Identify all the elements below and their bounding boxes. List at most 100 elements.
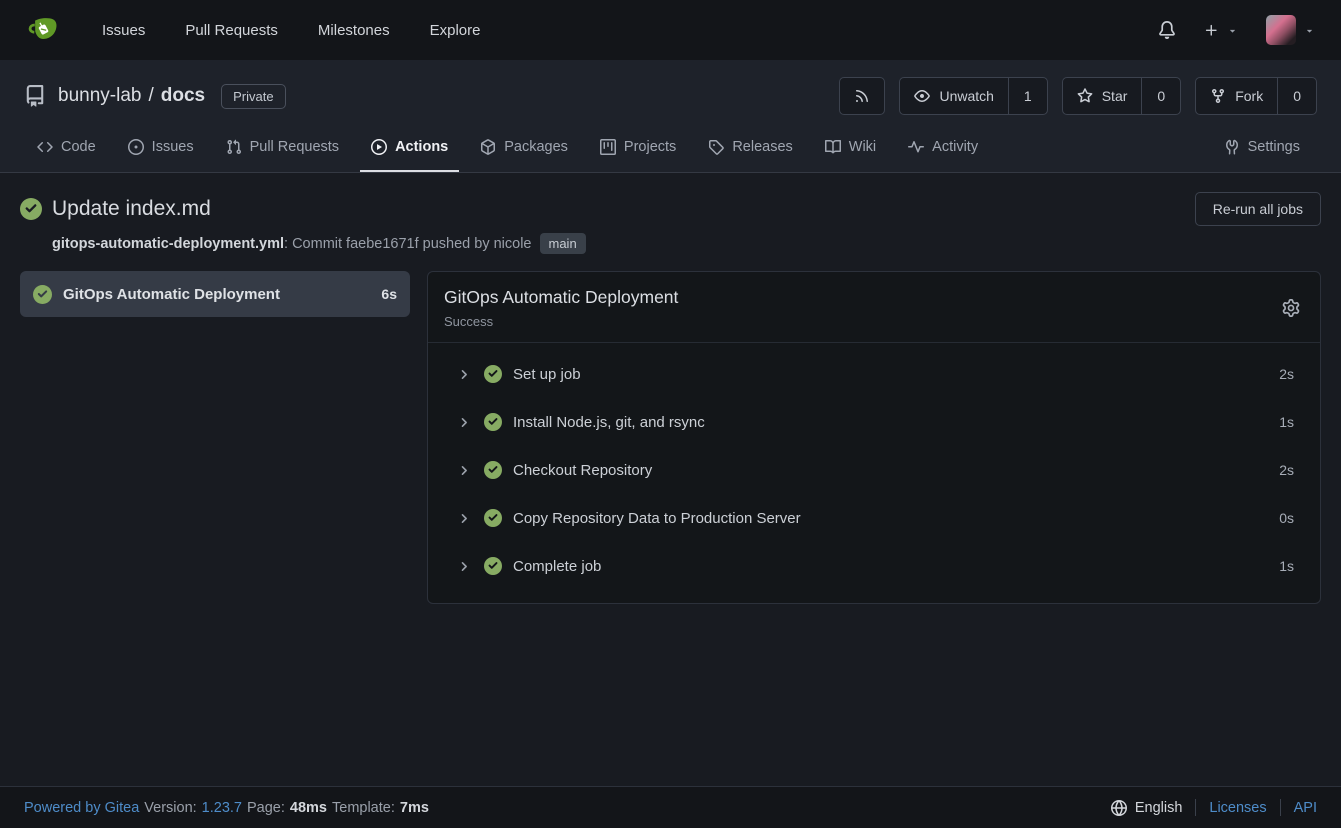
chevron-right-icon: [458, 416, 471, 429]
job-options-button[interactable]: [1278, 299, 1304, 317]
step-duration: 1s: [1279, 414, 1294, 430]
tab-label: Issues: [152, 139, 194, 155]
stars-count[interactable]: 0: [1141, 78, 1180, 114]
step-row[interactable]: Install Node.js, git, and rsync 1s: [428, 398, 1320, 446]
bell-icon: [1158, 21, 1176, 39]
repo-breadcrumb: bunny-lab / docs: [58, 85, 205, 107]
repo-header: bunny-lab / docs Private Unwatch: [0, 60, 1341, 173]
actions-run-view: Update index.md Re-run all jobs gitops-a…: [0, 173, 1341, 786]
create-new-button[interactable]: [1204, 23, 1238, 38]
watchers-count[interactable]: 1: [1008, 78, 1047, 114]
tab-label: Activity: [932, 139, 978, 155]
step-name: Install Node.js, git, and rsync: [513, 414, 1279, 431]
tab-label: Projects: [624, 139, 676, 155]
tab-actions[interactable]: Actions: [360, 124, 459, 172]
step-name: Copy Repository Data to Production Serve…: [513, 510, 1279, 527]
nav-link-explore[interactable]: Explore: [410, 22, 501, 39]
gitea-logo-icon[interactable]: [26, 13, 60, 47]
watch-button-group: Unwatch 1: [899, 77, 1047, 115]
star-button[interactable]: Star: [1063, 78, 1142, 114]
repo-owner-link[interactable]: bunny-lab: [58, 85, 141, 107]
tab-wiki[interactable]: Wiki: [814, 124, 887, 172]
tab-settings[interactable]: Settings: [1213, 124, 1311, 172]
api-link[interactable]: API: [1294, 800, 1317, 816]
page-time-value: 48ms: [290, 800, 327, 816]
language-selector[interactable]: English: [1111, 800, 1183, 816]
repo-name-link[interactable]: docs: [161, 85, 205, 107]
tab-projects[interactable]: Projects: [589, 124, 687, 172]
step-success-icon: [484, 509, 502, 527]
job-duration: 6s: [381, 286, 397, 302]
page-time-label: Page:: [247, 800, 285, 816]
chevron-right-icon: [458, 560, 471, 573]
step-row[interactable]: Copy Repository Data to Production Serve…: [428, 494, 1320, 542]
nav-link-issues[interactable]: Issues: [82, 22, 165, 39]
star-button-group: Star 0: [1062, 77, 1181, 115]
step-success-icon: [484, 365, 502, 383]
step-row[interactable]: Set up job 2s: [428, 350, 1320, 398]
rss-button-group: [839, 77, 885, 115]
step-row[interactable]: Complete job 1s: [428, 542, 1320, 590]
template-time-label: Template:: [332, 800, 395, 816]
repo-tabs: Code Issues Pull Requests Actions Packag…: [24, 124, 1317, 172]
nav-link-milestones[interactable]: Milestones: [298, 22, 410, 39]
chevron-down-icon: [1227, 25, 1238, 36]
job-panel-header: GitOps Automatic Deployment Success: [428, 272, 1320, 343]
tab-label: Pull Requests: [250, 139, 339, 155]
footer-left: Powered by Gitea Version: 1.23.7 Page: 4…: [24, 800, 429, 816]
tab-pull-requests[interactable]: Pull Requests: [215, 124, 350, 172]
workflow-file-link[interactable]: gitops-automatic-deployment.yml: [52, 236, 284, 252]
tab-label: Settings: [1248, 139, 1300, 155]
rerun-all-jobs-button[interactable]: Re-run all jobs: [1195, 192, 1321, 226]
chevron-right-icon: [458, 464, 471, 477]
job-list-item[interactable]: GitOps Automatic Deployment 6s: [20, 271, 410, 317]
globe-icon: [1111, 800, 1127, 816]
fork-button[interactable]: Fork: [1196, 78, 1277, 114]
job-status-text: Success: [444, 314, 1278, 329]
run-title: Update index.md: [52, 197, 211, 221]
branch-badge[interactable]: main: [540, 233, 586, 254]
run-subtitle: gitops-automatic-deployment.yml: Commit …: [52, 233, 1321, 254]
tab-packages[interactable]: Packages: [469, 124, 579, 172]
tab-activity[interactable]: Activity: [897, 124, 989, 172]
user-menu-button[interactable]: [1266, 15, 1315, 45]
licenses-link[interactable]: Licenses: [1209, 800, 1266, 816]
nav-link-pull-requests[interactable]: Pull Requests: [165, 22, 298, 39]
job-detail-panel: GitOps Automatic Deployment Success: [427, 271, 1321, 604]
top-navbar: Issues Pull Requests Milestones Explore: [0, 0, 1341, 60]
tab-issues[interactable]: Issues: [117, 124, 205, 172]
footer-right: English Licenses API: [1111, 799, 1317, 816]
step-duration: 1s: [1279, 558, 1294, 574]
visibility-badge: Private: [221, 84, 285, 109]
unwatch-label: Unwatch: [939, 88, 993, 104]
template-time-value: 7ms: [400, 800, 429, 816]
step-name: Set up job: [513, 366, 1279, 383]
unwatch-button[interactable]: Unwatch: [900, 78, 1007, 114]
commit-info: : Commit faebe1671f pushed by nicole: [284, 236, 531, 252]
rss-button[interactable]: [840, 78, 884, 114]
version-label: Version:: [144, 800, 196, 816]
version-link[interactable]: 1.23.7: [202, 800, 242, 816]
page-footer: Powered by Gitea Version: 1.23.7 Page: 4…: [0, 786, 1341, 828]
run-header: Update index.md Re-run all jobs: [20, 192, 1321, 226]
gear-icon: [1282, 299, 1300, 317]
step-list: Set up job 2s Install Node.js, git, and …: [428, 343, 1320, 603]
step-row[interactable]: Checkout Repository 2s: [428, 446, 1320, 494]
tab-code[interactable]: Code: [26, 124, 107, 172]
fork-label: Fork: [1235, 88, 1263, 104]
powered-by-link[interactable]: Powered by Gitea: [24, 800, 139, 816]
tab-label: Code: [61, 139, 96, 155]
run-body: GitOps Automatic Deployment 6s GitOps Au…: [20, 271, 1321, 604]
footer-divider: [1195, 799, 1196, 816]
step-name: Complete job: [513, 558, 1279, 575]
job-name: GitOps Automatic Deployment: [63, 286, 370, 303]
repo-icon: [24, 85, 46, 107]
plus-icon: [1204, 23, 1219, 38]
forks-count[interactable]: 0: [1277, 78, 1316, 114]
footer-divider: [1280, 799, 1281, 816]
tab-releases[interactable]: Releases: [697, 124, 803, 172]
run-success-icon: [20, 198, 42, 220]
repo-title-row: bunny-lab / docs Private Unwatch: [24, 76, 1317, 116]
rss-icon: [854, 88, 870, 104]
notifications-button[interactable]: [1158, 21, 1176, 39]
